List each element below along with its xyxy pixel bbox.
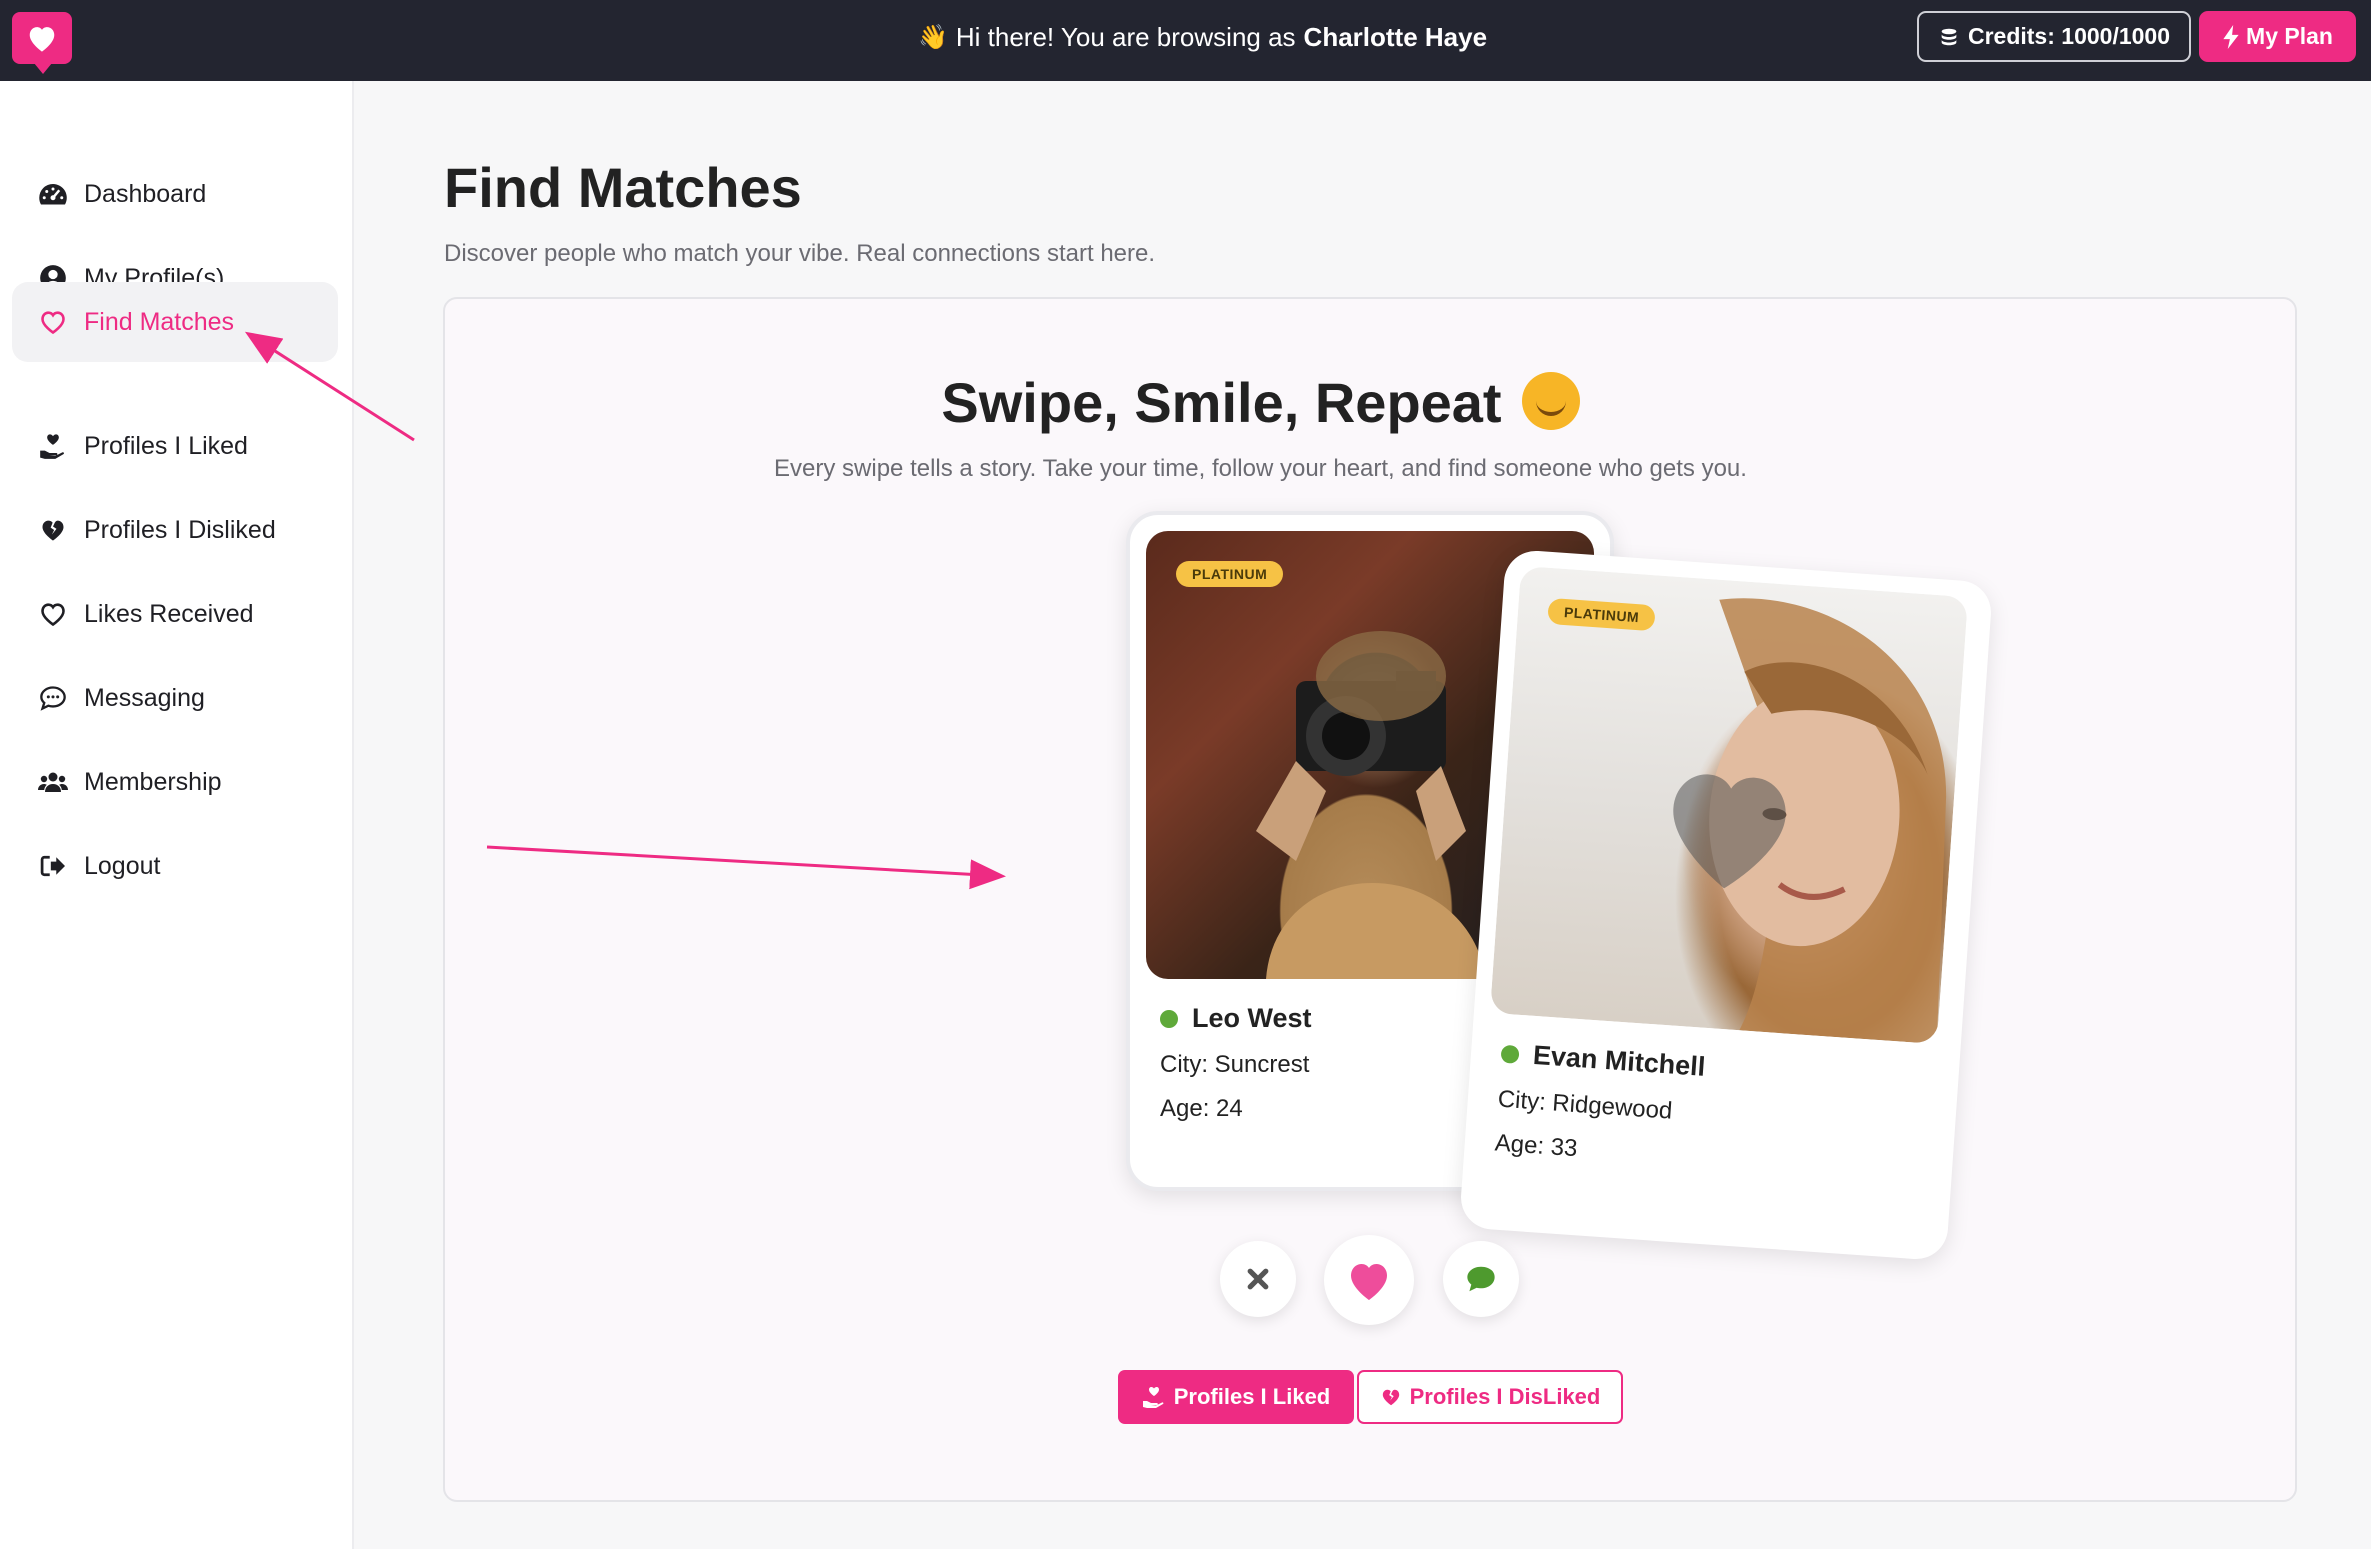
profile-name: Leo West xyxy=(1160,1003,1312,1034)
user-name: Charlotte Haye xyxy=(1303,22,1488,52)
logout-icon xyxy=(38,851,68,881)
heart-outline-icon xyxy=(38,599,68,629)
sidebar-item-dashboard[interactable]: Dashboard xyxy=(12,154,338,234)
profile-card-evan[interactable]: PLATINUM Evan Mitchell City: Ridgewood A… xyxy=(1458,548,1994,1262)
wave-icon: 👋 xyxy=(918,24,948,51)
sidebar-item-label: Membership xyxy=(84,767,222,796)
chat-bubble-icon xyxy=(1467,1266,1495,1292)
gauge-icon xyxy=(38,179,68,209)
profile-city: City: Ridgewood xyxy=(1496,1085,1674,1125)
greeting-text: 👋 Hi there! You are browsing as Charlott… xyxy=(918,22,1487,53)
close-icon xyxy=(1247,1268,1269,1290)
profile-name-text: Evan Mitchell xyxy=(1532,1039,1707,1082)
panel-title-text: Swipe, Smile, Repeat xyxy=(941,371,1502,434)
sidebar-item-label: Find Matches xyxy=(84,307,235,336)
online-status-dot xyxy=(1500,1044,1520,1064)
profiles-liked-button[interactable]: Profiles I Liked xyxy=(1118,1370,1354,1424)
message-button[interactable] xyxy=(1443,1241,1519,1317)
panel-title: Swipe, Smile, Repeat xyxy=(0,370,2371,436)
bolt-icon xyxy=(2223,24,2239,49)
credits-button[interactable]: Credits: 1000/1000 xyxy=(1917,11,2191,62)
platinum-badge: PLATINUM xyxy=(1176,561,1284,587)
sidebar-item-find-matches[interactable]: Find Matches xyxy=(12,282,338,362)
heart-icon xyxy=(1351,1264,1387,1300)
like-heart-overlay-icon xyxy=(1673,774,1786,889)
profile-photo: PLATINUM xyxy=(1489,565,1969,1045)
chat-bubble-icon xyxy=(38,683,68,713)
sidebar-item-likes-received[interactable]: Likes Received xyxy=(12,574,338,654)
smiley-icon xyxy=(1521,372,1580,431)
page-title: Find Matches xyxy=(444,156,802,219)
hand-heart-icon xyxy=(1142,1387,1164,1408)
coins-icon xyxy=(1941,28,1957,45)
greeting-prefix: Hi there! You are browsing as xyxy=(955,22,1296,52)
sidebar-item-label: Logout xyxy=(84,851,161,880)
profile-age: Age: 24 xyxy=(1160,1095,1243,1122)
sidebar-item-label: Dashboard xyxy=(84,179,207,208)
online-status-dot xyxy=(1160,1009,1178,1028)
my-plan-button[interactable]: My Plan xyxy=(2199,11,2356,62)
like-button[interactable] xyxy=(1324,1235,1414,1325)
sidebar-item-messaging[interactable]: Messaging xyxy=(12,658,338,738)
profile-name-text: Leo West xyxy=(1192,1003,1312,1033)
sidebar: Dashboard My Profile(s) Find Matches Pro… xyxy=(0,81,354,1549)
profile-name: Evan Mitchell xyxy=(1500,1038,1706,1083)
credits-label: Credits: 1000/1000 xyxy=(1967,23,2170,49)
sidebar-item-label: Profiles I Disliked xyxy=(84,515,276,544)
heart-outline-icon xyxy=(38,307,68,337)
sidebar-item-membership[interactable]: Membership xyxy=(12,742,338,822)
profiles-liked-label: Profiles I Liked xyxy=(1173,1384,1331,1409)
profile-city: City: Suncrest xyxy=(1160,1051,1310,1078)
sidebar-item-label: Likes Received xyxy=(84,599,254,628)
app-logo[interactable] xyxy=(12,12,72,74)
profiles-disliked-label: Profiles I DisLiked xyxy=(1409,1384,1601,1409)
heart-logo-icon xyxy=(29,27,55,52)
dislike-button[interactable] xyxy=(1220,1241,1296,1317)
panel-subtitle: Every swipe tells a story. Take your tim… xyxy=(774,455,1747,482)
broken-heart-icon xyxy=(1382,1389,1399,1406)
sidebar-item-logout[interactable]: Logout xyxy=(12,826,338,906)
sidebar-item-label: Messaging xyxy=(84,683,205,712)
plan-label: My Plan xyxy=(2246,23,2333,49)
broken-heart-icon xyxy=(38,515,68,545)
page-subtitle: Discover people who match your vibe. Rea… xyxy=(444,240,1156,267)
profile-age: Age: 33 xyxy=(1493,1129,1579,1163)
users-icon xyxy=(38,767,68,797)
sidebar-item-profiles-disliked[interactable]: Profiles I Disliked xyxy=(12,490,338,570)
profiles-disliked-button[interactable]: Profiles I DisLiked xyxy=(1357,1370,1623,1424)
top-bar: 👋 Hi there! You are browsing as Charlott… xyxy=(0,0,2371,81)
